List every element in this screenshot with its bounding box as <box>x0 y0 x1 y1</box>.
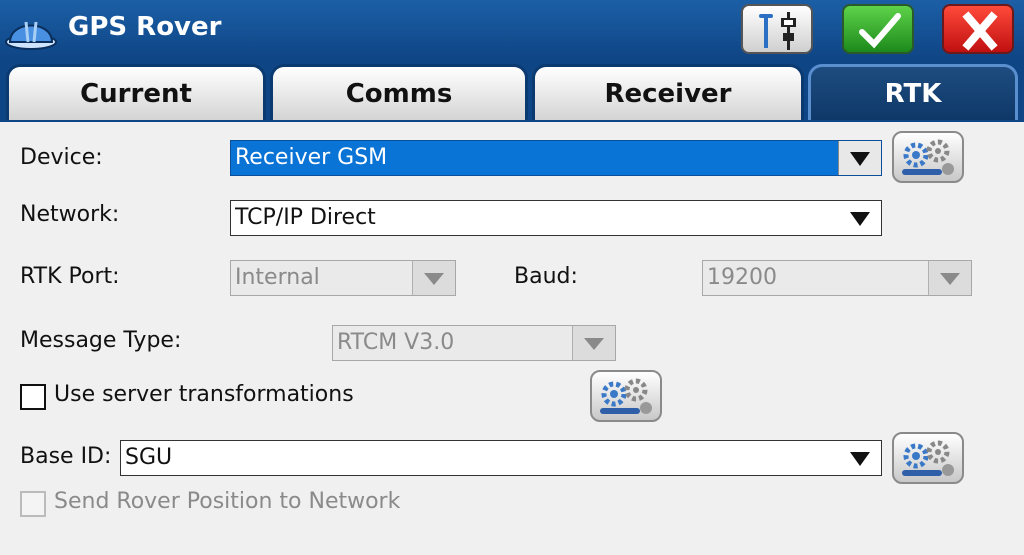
title-bar: GPS Rover <box>0 0 1024 60</box>
use-server-transformations-label: Use server transformations <box>54 382 354 407</box>
gear-wrench-icon <box>902 440 954 476</box>
checkmark-icon <box>859 13 901 49</box>
base-id-dropdown-arrow[interactable] <box>839 441 881 475</box>
base-id-label: Base ID: <box>20 444 112 469</box>
gear-wrench-icon <box>600 378 652 414</box>
chevron-down-icon <box>850 212 870 226</box>
cancel-button[interactable] <box>942 4 1014 54</box>
ok-button[interactable] <box>842 4 914 54</box>
tab-comms[interactable]: Comms <box>270 64 528 120</box>
use-server-transformations-checkbox[interactable] <box>20 384 46 410</box>
chevron-down-icon <box>850 452 870 466</box>
transformations-settings-button[interactable] <box>590 370 662 422</box>
chevron-down-icon <box>850 152 870 166</box>
network-dropdown-arrow[interactable] <box>839 201 881 235</box>
tab-current[interactable]: Current <box>6 64 266 120</box>
baud-dropdown-arrow <box>928 261 971 295</box>
hard-hat-icon <box>5 21 57 50</box>
network-value: TCP/IP Direct <box>235 205 376 230</box>
device-label: Device: <box>20 145 103 170</box>
baud-label: Baud: <box>514 264 578 289</box>
base-id-settings-button[interactable] <box>892 432 964 484</box>
device-settings-button[interactable] <box>892 131 964 183</box>
rtk-port-select: Internal <box>230 260 456 296</box>
message-type-dropdown-arrow <box>572 326 615 360</box>
baud-select: 19200 <box>702 260 972 296</box>
rover-config-button[interactable] <box>741 4 813 54</box>
base-id-select[interactable]: SGU <box>120 440 882 476</box>
chevron-down-icon <box>424 273 444 285</box>
send-rover-position-checkbox <box>20 491 46 517</box>
tab-receiver[interactable]: Receiver <box>532 64 804 120</box>
gear-wrench-icon <box>902 139 954 175</box>
rtk-port-dropdown-arrow <box>412 261 455 295</box>
rtk-port-label: RTK Port: <box>20 264 120 289</box>
network-select[interactable]: TCP/IP Direct <box>230 200 882 236</box>
message-type-select: RTCM V3.0 <box>332 325 616 361</box>
chevron-down-icon <box>940 273 960 285</box>
close-icon <box>962 11 998 51</box>
device-dropdown-arrow[interactable] <box>838 141 881 175</box>
device-select[interactable]: Receiver GSM <box>230 140 882 176</box>
chevron-down-icon <box>584 338 604 350</box>
rover-config-icon <box>759 12 796 50</box>
tab-rtk[interactable]: RTK <box>808 64 1018 120</box>
network-label: Network: <box>20 202 120 227</box>
device-value: Receiver GSM <box>235 145 388 170</box>
message-type-label: Message Type: <box>20 328 182 353</box>
tab-strip: Current Comms Receiver RTK <box>0 60 1024 122</box>
window-title: GPS Rover <box>68 12 222 42</box>
base-id-value: SGU <box>125 445 173 470</box>
send-rover-position-label: Send Rover Position to Network <box>54 489 401 514</box>
